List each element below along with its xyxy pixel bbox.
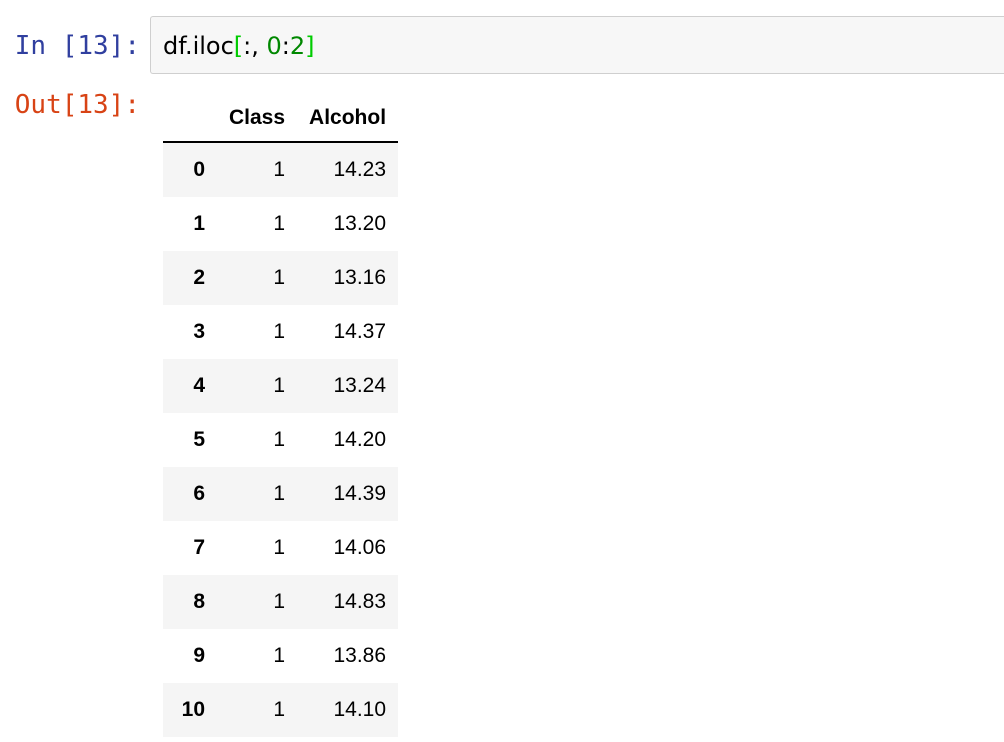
table-row: 6 1 14.39 — [163, 467, 399, 521]
table-row: 2 1 13.16 — [163, 251, 399, 305]
output-area: Class Alcohol 0 1 14.23 1 1 13.20 2 1 13… — [163, 94, 399, 737]
cell-alcohol: 14.83 — [333, 590, 387, 613]
code-line[interactable]: df.iloc[:, 0:2] — [163, 31, 315, 61]
cell-alcohol: 14.06 — [333, 536, 387, 559]
cell-alcohol: 13.16 — [333, 266, 387, 289]
code-token-open-bracket: [ — [233, 32, 244, 60]
row-index: 8 — [193, 590, 205, 613]
cell-alcohol: 14.39 — [333, 482, 387, 505]
row-index: 4 — [193, 374, 205, 397]
cell-class: 1 — [273, 158, 286, 181]
cell-class: 1 — [273, 428, 286, 451]
table-row: 5 1 14.20 — [163, 413, 398, 467]
table-row: 8 1 14.83 — [163, 575, 399, 629]
row-index: 0 — [193, 158, 205, 181]
row-index: 5 — [193, 428, 205, 451]
header-row: Class Alcohol — [163, 94, 399, 143]
code-input-area[interactable]: df.iloc[:, 0:2] — [150, 16, 1004, 74]
cell-class: 1 — [273, 212, 286, 235]
cell-class: 1 — [273, 536, 286, 559]
row-index: 6 — [193, 482, 205, 505]
table-row: 4 1 13.24 — [163, 359, 399, 413]
code-token-slice-all: :, — [243, 32, 267, 60]
cell-class: 1 — [273, 374, 286, 397]
cell-alcohol: 13.24 — [333, 374, 387, 397]
row-index: 1 — [193, 212, 205, 235]
input-prompt: In [13]: — [14, 31, 140, 61]
cell-alcohol: 14.10 — [333, 698, 387, 721]
cell-alcohol: 14.23 — [333, 158, 387, 181]
cell-class: 1 — [273, 320, 286, 343]
cell-class: 1 — [273, 698, 286, 721]
code-token-colon: : — [281, 32, 290, 60]
output-prompt: Out[13]: — [14, 90, 140, 120]
table-row: 7 1 14.06 — [163, 521, 398, 575]
column-header-class: Class — [217, 94, 298, 143]
column-header-index — [163, 94, 217, 143]
table-body: 0 1 14.23 1 1 13.20 2 1 13.16 3 1 14.37 … — [163, 142, 399, 737]
table-row: 9 1 13.86 — [163, 629, 398, 683]
cell-class: 1 — [273, 482, 286, 505]
table-row: 3 1 14.37 — [163, 305, 398, 359]
cell-class: 1 — [273, 644, 286, 667]
cell-class: 1 — [273, 590, 286, 613]
column-header-alcohol: Alcohol — [297, 94, 399, 143]
row-index: 10 — [181, 698, 205, 721]
row-index: 7 — [193, 536, 205, 559]
code-token-stop: 2 — [289, 32, 306, 60]
row-index: 9 — [193, 644, 205, 667]
cell-alcohol: 14.20 — [333, 428, 387, 451]
cell-alcohol: 13.20 — [333, 212, 387, 235]
table-row: 0 1 14.23 — [163, 142, 399, 197]
table-row: 10 1 14.10 — [163, 683, 399, 737]
row-index: 3 — [193, 320, 205, 343]
cell-alcohol: 13.86 — [333, 644, 387, 667]
code-token-object: df.iloc — [163, 32, 234, 60]
dataframe-table: Class Alcohol 0 1 14.23 1 1 13.20 2 1 13… — [163, 94, 399, 737]
code-token-start: 0 — [266, 32, 282, 60]
table-row: 1 1 13.20 — [163, 197, 398, 251]
cell-class: 1 — [273, 266, 286, 289]
code-token-close-bracket: ] — [305, 32, 315, 60]
row-index: 2 — [193, 266, 205, 289]
table-header: Class Alcohol — [163, 94, 399, 143]
cell-alcohol: 14.37 — [333, 320, 387, 343]
